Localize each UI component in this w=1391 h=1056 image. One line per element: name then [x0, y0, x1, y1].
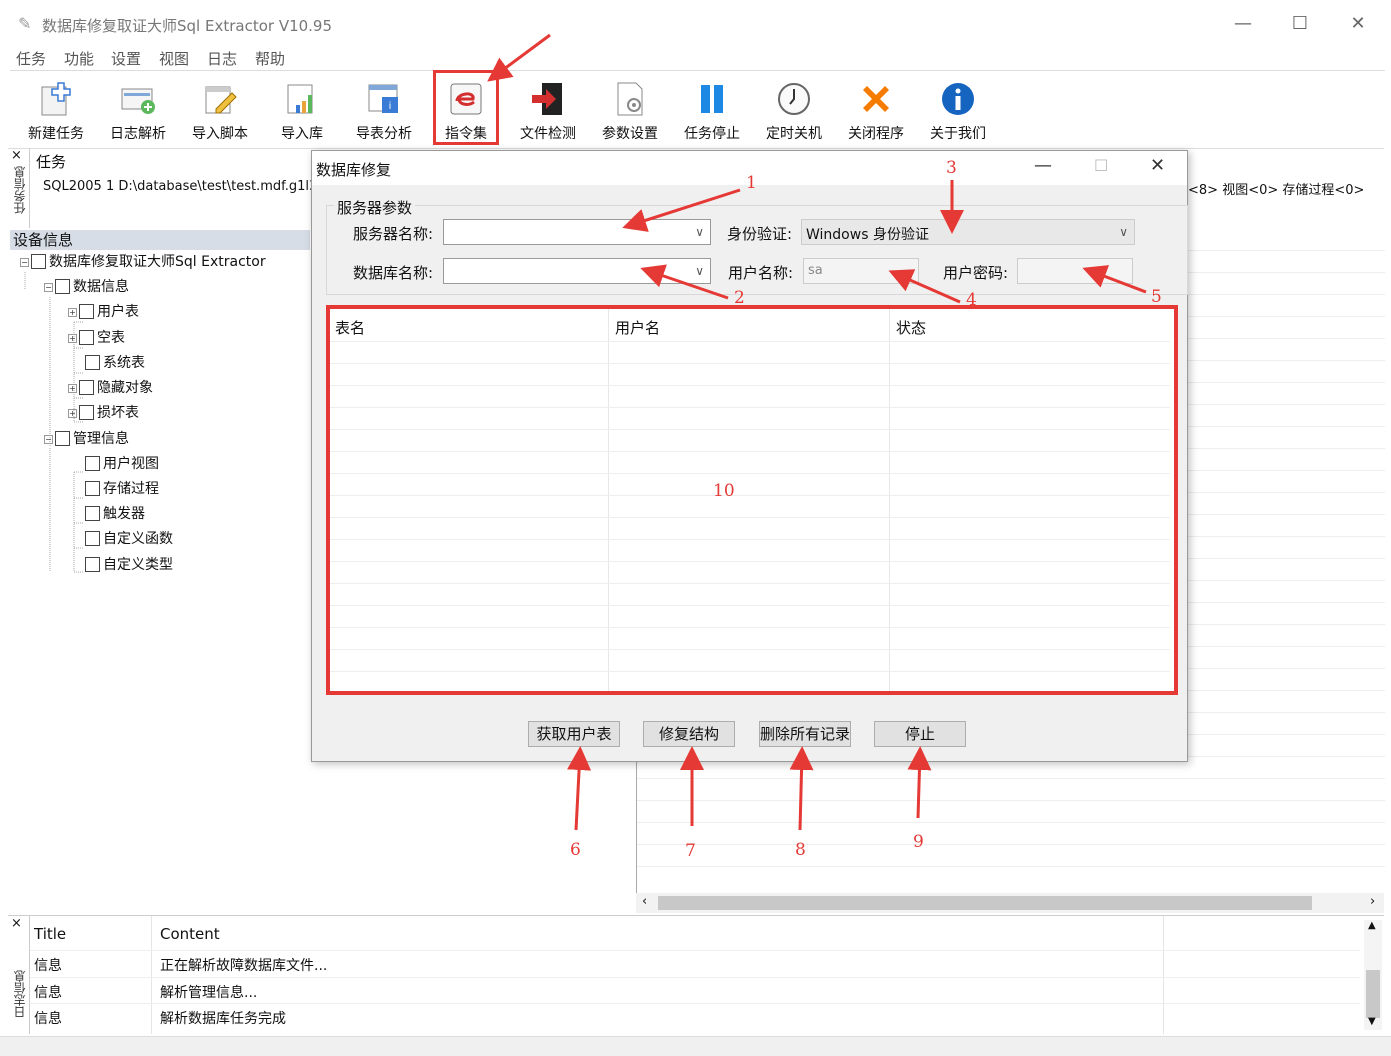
arrow-8: [789, 746, 814, 831]
arrow-6: [567, 746, 592, 831]
arrow-4: [888, 269, 961, 304]
arrow-1: [622, 188, 741, 232]
annotation-7: 7: [685, 841, 696, 861]
arrow-2: [640, 264, 729, 300]
annotation-9: 9: [913, 832, 924, 852]
arrow-5: [1082, 265, 1147, 294]
arrow-9: [907, 746, 932, 819]
annotation-6: 6: [570, 840, 581, 860]
annotation-4: 4: [966, 290, 977, 310]
annotation-10: 10: [713, 481, 735, 501]
annotation-5: 5: [1151, 287, 1162, 307]
annotation-8: 8: [795, 840, 806, 860]
annotation-1: 1: [746, 173, 757, 193]
annotation-arrows: [487, 33, 1147, 831]
arrow-to-command-set: [487, 33, 551, 82]
annotation-2: 2: [734, 288, 745, 308]
annotation-3: 3: [946, 158, 957, 178]
